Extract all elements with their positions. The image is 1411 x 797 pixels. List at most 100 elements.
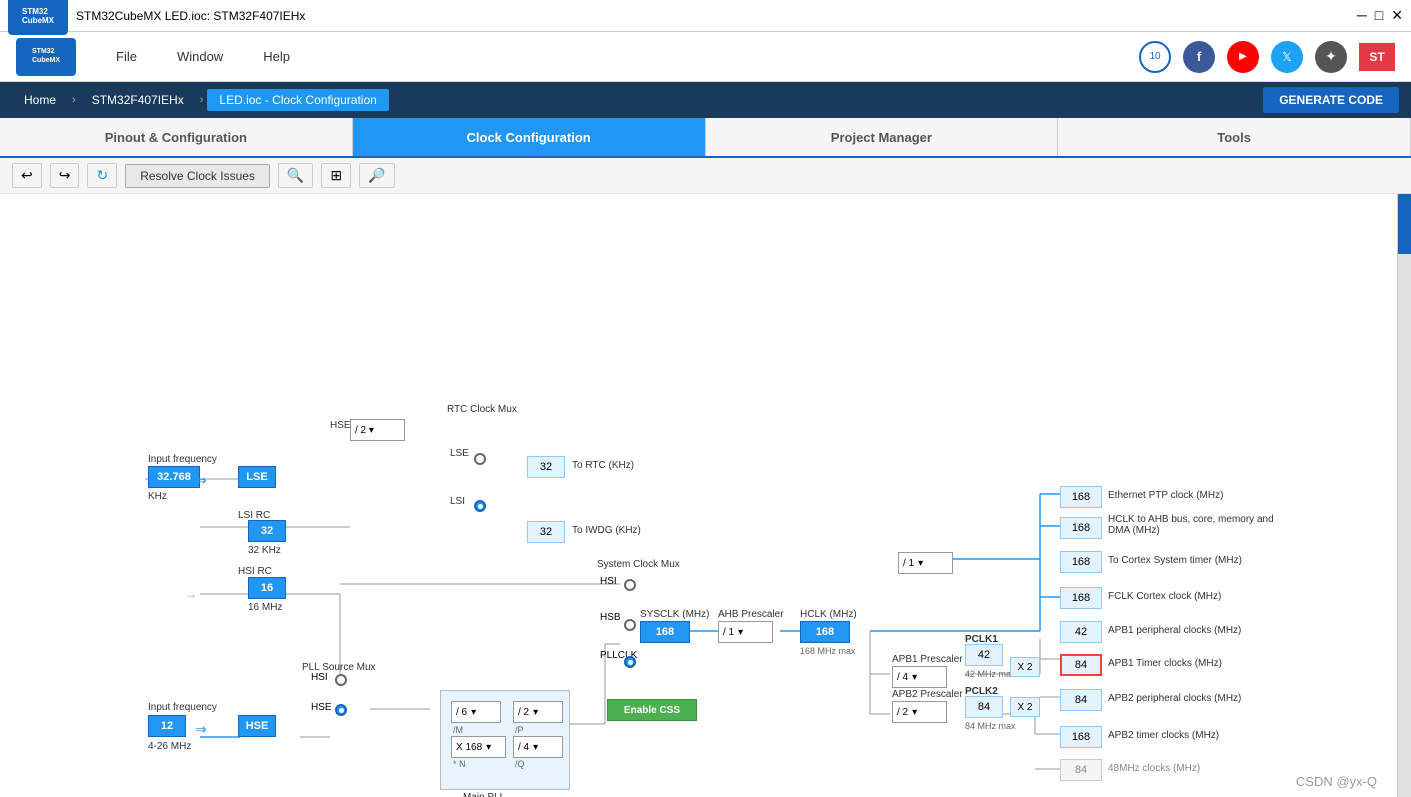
radio-hse-sys[interactable] (624, 619, 636, 631)
48mhz-value: 84 (1060, 759, 1102, 781)
apb2-label: APB2 Prescaler (892, 689, 963, 700)
hse-box[interactable]: HSE (238, 715, 276, 737)
to-rtc-label: To RTC (KHz) (572, 460, 634, 471)
facebook-icon: f (1183, 41, 1215, 73)
lsi-value[interactable]: 32 (248, 520, 286, 542)
scrollbar-thumb[interactable] (1398, 194, 1411, 254)
clock-diagram: Input frequency 32.768 KHz LSE LSI RC 32… (0, 194, 1397, 797)
toolbar: ↩ ↪ ↻ Resolve Clock Issues 🔍 ⊞ 🔎 (0, 158, 1411, 194)
menu-file[interactable]: File (116, 49, 137, 64)
radio-hsi-pll[interactable] (335, 674, 347, 686)
radio-pllclk[interactable] (624, 656, 636, 668)
main-canvas: Input frequency 32.768 KHz LSE LSI RC 32… (0, 194, 1411, 797)
maximize-btn[interactable]: □ (1375, 7, 1383, 24)
pclk2-value: 84 (965, 696, 1003, 718)
zoom-out-button[interactable]: 🔎 (359, 163, 394, 188)
apb2-prescaler[interactable]: / 2▾ (892, 701, 947, 723)
refresh-button[interactable]: ↻ (87, 163, 117, 188)
radio-hsi-sys[interactable] (624, 579, 636, 591)
main-pll-label: Main PLL (463, 792, 505, 797)
resolve-clock-button[interactable]: Resolve Clock Issues (125, 164, 270, 188)
hsi-label: 16 MHz (248, 602, 282, 613)
hsi-arrow: → (185, 587, 197, 601)
ethernet-ptp-label: Ethernet PTP clock (MHz) (1108, 490, 1223, 501)
redo-button[interactable]: ↪ (50, 163, 80, 188)
48mhz-label: 48MHz clocks (MHz) (1108, 763, 1200, 774)
sysclk-value[interactable]: 168 (640, 621, 690, 643)
apb1-label: APB1 Prescaler (892, 654, 963, 665)
to-iwdg-label: To IWDG (KHz) (572, 525, 641, 536)
apb2-periph-value: 84 (1060, 689, 1102, 711)
menu-window[interactable]: Window (177, 49, 223, 64)
hse-div2-select[interactable]: / 2 ▾ (350, 419, 405, 441)
menu-help[interactable]: Help (263, 49, 290, 64)
hclk-value[interactable]: 168 (800, 621, 850, 643)
window-controls[interactable]: ─ □ ✕ (1357, 7, 1403, 24)
fit-button[interactable]: ⊞ (321, 163, 351, 188)
hse-label: 4-26 MHz (148, 741, 191, 752)
close-btn[interactable]: ✕ (1391, 7, 1403, 24)
breadcrumb-current[interactable]: LED.ioc - Clock Configuration (207, 89, 388, 111)
badge-icon: 10 (1139, 41, 1171, 73)
hsi-rc-label: HSI RC (238, 566, 272, 577)
cortex-div[interactable]: / 1▾ (898, 552, 953, 574)
youtube-icon: ▶ (1227, 41, 1259, 73)
radio-hse-pll[interactable] (335, 704, 347, 716)
pclk1-value: 42 (965, 644, 1003, 666)
stm32-logo: STM32CubeMX (16, 38, 76, 76)
ethernet-ptp-value: 168 (1060, 486, 1102, 508)
apb1-prescaler[interactable]: / 4▾ (892, 666, 947, 688)
enable-css-button[interactable]: Enable CSS (607, 699, 697, 721)
tab-pinout[interactable]: Pinout & Configuration (0, 118, 353, 156)
cortex-timer-value: 168 (1060, 551, 1102, 573)
apb2-timer-label: APB2 timer clocks (MHz) (1108, 730, 1219, 741)
minimize-btn[interactable]: ─ (1357, 7, 1367, 24)
pclk1-max: 42 MHz max (965, 669, 1016, 679)
hsi-value[interactable]: 16 (248, 577, 286, 599)
breadcrumb: Home › STM32F407IEHx › LED.ioc - Clock C… (0, 82, 1411, 118)
sysclk-label: SYSCLK (MHz) (640, 609, 709, 620)
lse-unit: KHz (148, 491, 167, 502)
tab-clock[interactable]: Clock Configuration (353, 118, 706, 156)
pll-div-p[interactable]: / 2▾ (513, 701, 563, 723)
generate-code-button[interactable]: GENERATE CODE (1263, 87, 1399, 113)
lse-box[interactable]: LSE (238, 466, 276, 488)
rtc-clock-label: RTC Clock Mux (447, 404, 517, 415)
breadcrumb-home[interactable]: Home (12, 89, 68, 111)
tab-project[interactable]: Project Manager (706, 118, 1059, 156)
x2-apb1: X 2 (1010, 657, 1040, 677)
apb2-periph-label: APB2 peripheral clocks (MHz) (1108, 693, 1241, 704)
window-title: STM32CubeMX LED.ioc: STM32F407IEHx (76, 9, 305, 23)
pclk2-max: 84 MHz max (965, 721, 1016, 731)
apb1-timer-value: 84 (1060, 654, 1102, 676)
hse-value[interactable]: 12 (148, 715, 186, 737)
pll-div-m[interactable]: / 6▾ (451, 701, 501, 723)
tab-tools[interactable]: Tools (1058, 118, 1411, 156)
pll-mult-n[interactable]: X 168▾ (451, 736, 506, 758)
network-icon: ✦ (1315, 41, 1347, 73)
menu-right: 10 f ▶ 𝕏 ✦ ST (1139, 41, 1395, 73)
to-iwdg-value: 32 (527, 521, 565, 543)
twitter-icon: 𝕏 (1271, 41, 1303, 73)
apb2-timer-value: 168 (1060, 726, 1102, 748)
ahb-prescaler[interactable]: / 1▾ (718, 621, 773, 643)
breadcrumb-device[interactable]: STM32F407IEHx (80, 89, 196, 111)
undo-button[interactable]: ↩ (12, 163, 42, 188)
hse-pll-label: HSE (311, 702, 332, 713)
tab-bar: Pinout & Configuration Clock Configurati… (0, 118, 1411, 158)
ahb-label: AHB Prescaler (718, 609, 784, 620)
apb1-periph-value: 42 (1060, 621, 1102, 643)
pll-div-q[interactable]: / 4▾ (513, 736, 563, 758)
hsi-sys-label: HSI (600, 576, 617, 587)
apb1-timer-label: APB1 Timer clocks (MHz) (1108, 658, 1222, 669)
radio-lse[interactable] (474, 453, 486, 465)
lsi-rtc-label: LSI (450, 496, 465, 507)
scrollbar-right[interactable] (1397, 194, 1411, 797)
radio-lsi[interactable] (474, 500, 486, 512)
zoom-in-button[interactable]: 🔍 (278, 163, 313, 188)
hclk-max: 168 MHz max (800, 646, 856, 656)
st-logo: ST (1359, 43, 1395, 71)
menu-left: STM32CubeMX File Window Help (16, 38, 290, 76)
lse-value-box[interactable]: 32.768 (148, 466, 200, 488)
hclk-ahb-value: 168 (1060, 517, 1102, 539)
